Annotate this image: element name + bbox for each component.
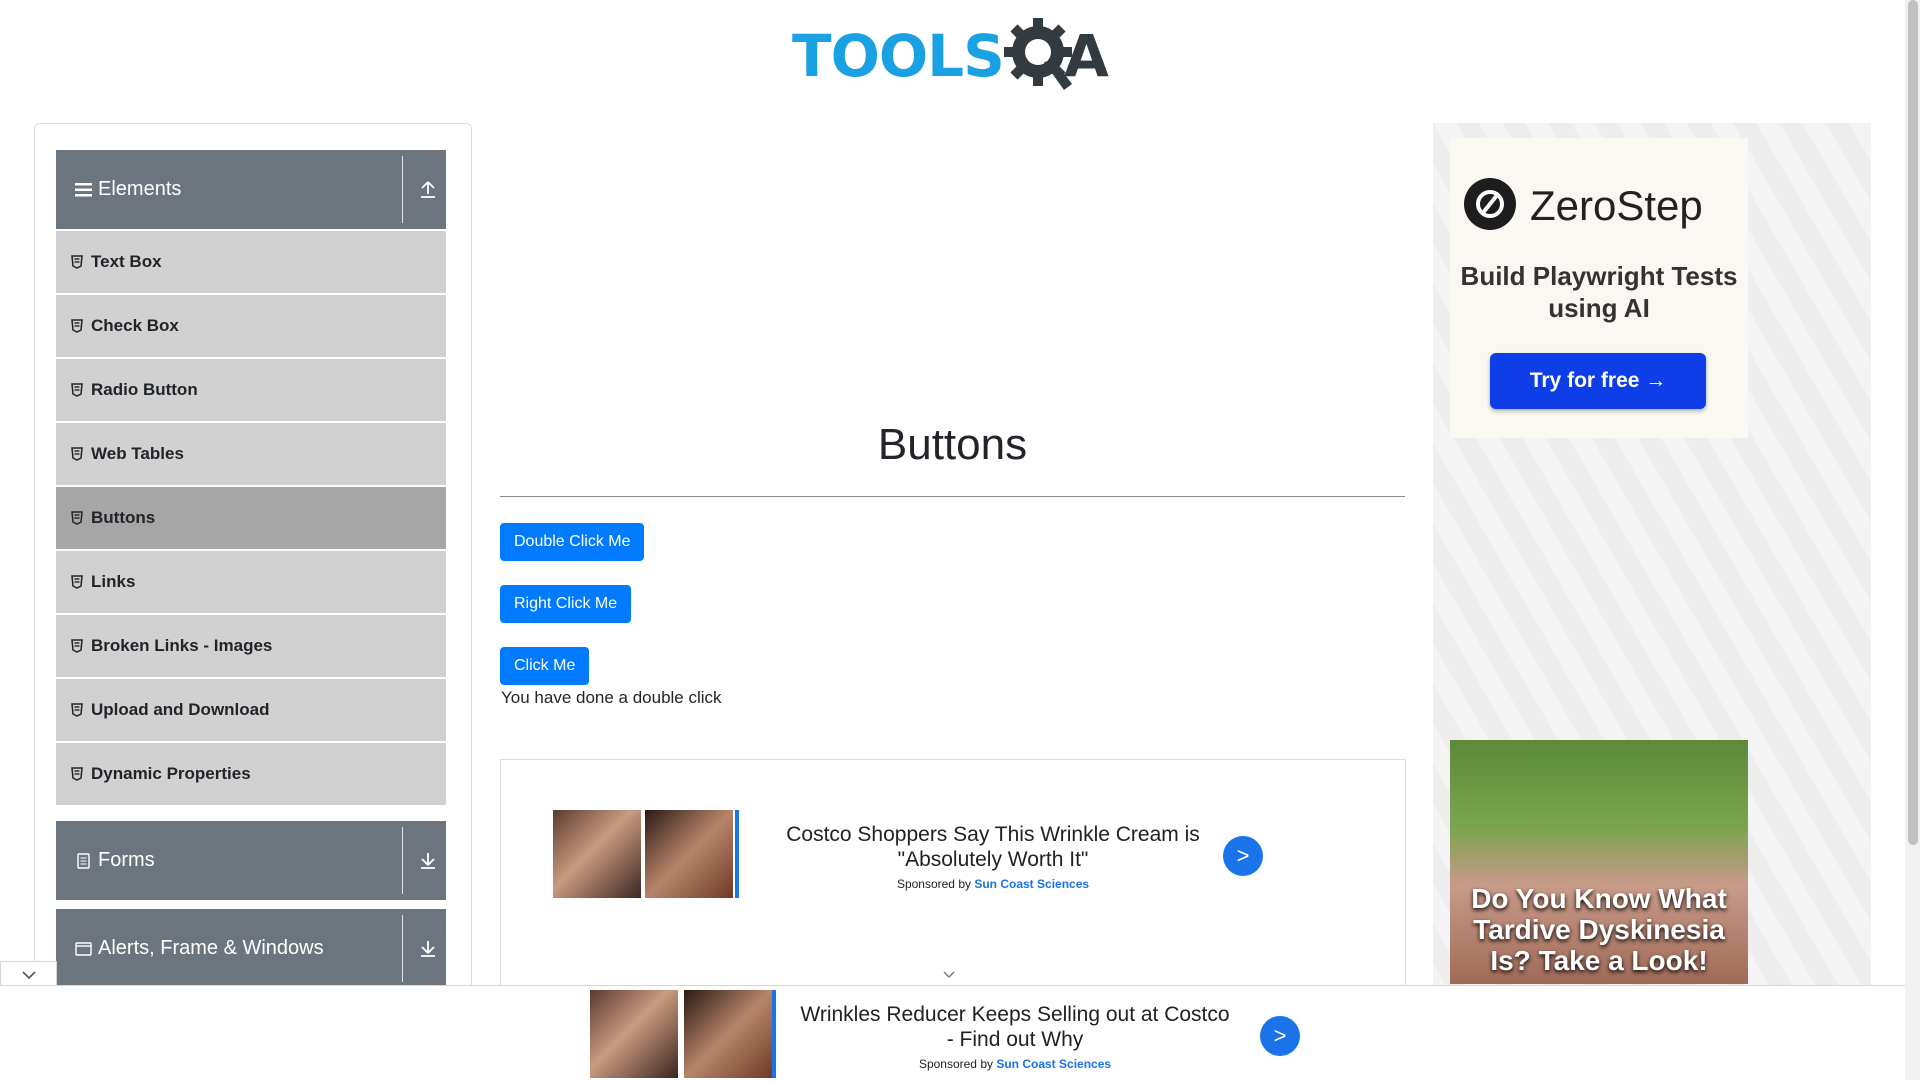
group-alerts-header[interactable]: Alerts, Frame & Windows bbox=[56, 909, 446, 988]
sidebar-item-text-box[interactable]: Text Box bbox=[56, 231, 446, 293]
logo-text: TOOLS bbox=[792, 22, 1005, 90]
native-ad-card[interactable]: Costco Shoppers Say This Wrinkle Cream i… bbox=[500, 759, 1406, 990]
collapse-up-icon[interactable] bbox=[418, 178, 438, 200]
document-icon bbox=[74, 852, 92, 870]
sticky-ad-accent-bar bbox=[772, 990, 776, 1078]
page-title: Buttons bbox=[877, 420, 1028, 469]
header-divider bbox=[402, 827, 403, 894]
click-me-button[interactable]: Click Me bbox=[500, 647, 590, 685]
top-ad-placeholder bbox=[500, 124, 1405, 384]
double-click-message: You have done a double click bbox=[501, 688, 722, 707]
title-divider bbox=[500, 496, 1405, 497]
item-bullet-icon bbox=[71, 639, 83, 653]
logo-tools-text: TOOLS bbox=[792, 22, 1005, 90]
sponsor-prefix: Sponsored by bbox=[896, 877, 971, 891]
zerostep-cta-button[interactable]: Try for free → bbox=[1490, 353, 1706, 409]
expand-down-icon[interactable] bbox=[418, 849, 438, 871]
item-bullet-icon bbox=[71, 511, 83, 525]
chevron-down-icon[interactable] bbox=[942, 970, 956, 980]
sticky-ad-collapse-toggle[interactable] bbox=[0, 961, 57, 987]
sticky-bottom-ad[interactable]: Wrinkles Reducer Keeps Selling out at Co… bbox=[0, 985, 1905, 1081]
sidebar-item-label: Web Tables bbox=[91, 444, 184, 463]
sidebar-item-web-tables[interactable]: Web Tables bbox=[56, 423, 446, 485]
ad-image-after[interactable] bbox=[645, 810, 733, 898]
header-divider bbox=[402, 156, 403, 223]
item-bullet-icon bbox=[71, 447, 83, 461]
item-bullet-icon bbox=[71, 255, 83, 269]
sticky-ad-headline[interactable]: Wrinkles Reducer Keeps Selling out at Co… bbox=[795, 1002, 1235, 1052]
group-elements-header[interactable]: Elements bbox=[56, 150, 446, 229]
sponsor-prefix: Sponsored by bbox=[918, 1057, 993, 1071]
item-bullet-icon bbox=[71, 319, 83, 333]
item-bullet-icon bbox=[71, 767, 83, 781]
sticky-ad-sponsor: Sponsored by Sun Coast Sciences bbox=[795, 1057, 1235, 1071]
sidebar-item-dynamic-properties[interactable]: Dynamic Properties bbox=[56, 743, 446, 805]
sidebar-item-links[interactable]: Links bbox=[56, 551, 446, 613]
sidebar-item-label: Buttons bbox=[91, 508, 156, 527]
ad-accent-bar bbox=[735, 810, 739, 898]
left-sidebar: Elements Text Box Check Box Radio Button We… bbox=[34, 123, 472, 1004]
ad-sponsor: Sponsored by Sun Coast Sciences bbox=[763, 877, 1223, 891]
logo-a-text: A bbox=[1064, 22, 1109, 90]
item-bullet-icon bbox=[71, 703, 83, 717]
sponsor-link[interactable]: Sun Coast Sciences bbox=[996, 1057, 1111, 1071]
group-forms-header[interactable]: Forms bbox=[56, 821, 446, 900]
sponsor-link[interactable]: Sun Coast Sciences bbox=[974, 877, 1089, 891]
hamburger-icon bbox=[74, 181, 92, 199]
ad-image-before[interactable] bbox=[553, 810, 641, 898]
page-scrollbar[interactable] bbox=[1905, 0, 1920, 1080]
item-bullet-icon bbox=[71, 575, 83, 589]
sidebar-item-label: Dynamic Properties bbox=[91, 764, 251, 783]
window-icon bbox=[74, 940, 92, 958]
sticky-ad-image-after[interactable] bbox=[684, 990, 772, 1078]
sidebar-item-buttons[interactable]: Buttons bbox=[56, 487, 446, 549]
sticky-ad-go-button[interactable]: > bbox=[1260, 1016, 1300, 1056]
toolsqa-logo[interactable]: TOOLS A bbox=[792, 14, 1118, 94]
expand-down-icon[interactable] bbox=[418, 937, 438, 959]
zerostep-tagline: Build Playwright Tests using AI bbox=[1460, 261, 1738, 323]
sidebar-item-label: Links bbox=[91, 572, 136, 591]
sticky-ad-image-before[interactable] bbox=[590, 990, 678, 1078]
sidebar-item-upload-and-download[interactable]: Upload and Download bbox=[56, 679, 446, 741]
sidebar-item-broken-links-images[interactable]: Broken Links - Images bbox=[56, 615, 446, 677]
item-bullet-icon bbox=[71, 383, 83, 397]
scrollbar-thumb[interactable] bbox=[1908, 0, 1918, 845]
sidebar-item-label: Upload and Download bbox=[91, 700, 270, 719]
sidebar-item-label: Radio Button bbox=[91, 380, 198, 399]
sidebar-item-label: Text Box bbox=[91, 252, 162, 271]
group-alerts-label: Alerts, Frame & Windows bbox=[98, 937, 324, 959]
zerostep-logo-icon bbox=[1464, 178, 1516, 230]
ad-headline[interactable]: Costco Shoppers Say This Wrinkle Cream i… bbox=[763, 822, 1223, 872]
sidebar-item-check-box[interactable]: Check Box bbox=[56, 295, 446, 357]
double-click-button[interactable]: Double Click Me bbox=[500, 523, 645, 561]
header-divider bbox=[402, 915, 403, 982]
zerostep-ad[interactable]: ZeroStep Build Playwright Tests using AI… bbox=[1450, 138, 1748, 438]
tardive-dyskinesia-ad[interactable]: Do You Know What Tardive Dyskinesia Is? … bbox=[1450, 740, 1748, 984]
zerostep-name: ZeroStep bbox=[1530, 182, 1703, 229]
sidebar-item-radio-button[interactable]: Radio Button bbox=[56, 359, 446, 421]
right-click-button[interactable]: Right Click Me bbox=[500, 585, 632, 623]
group-elements-label: Elements bbox=[98, 178, 182, 200]
td-ad-text: Do You Know What Tardive Dyskinesia Is? … bbox=[1471, 883, 1727, 976]
sidebar-item-label: Check Box bbox=[91, 316, 179, 335]
sidebar-item-label: Broken Links - Images bbox=[91, 636, 273, 655]
ad-go-button[interactable]: > bbox=[1223, 836, 1263, 876]
chevron-down-icon bbox=[21, 970, 36, 979]
group-forms-label: Forms bbox=[98, 849, 155, 871]
